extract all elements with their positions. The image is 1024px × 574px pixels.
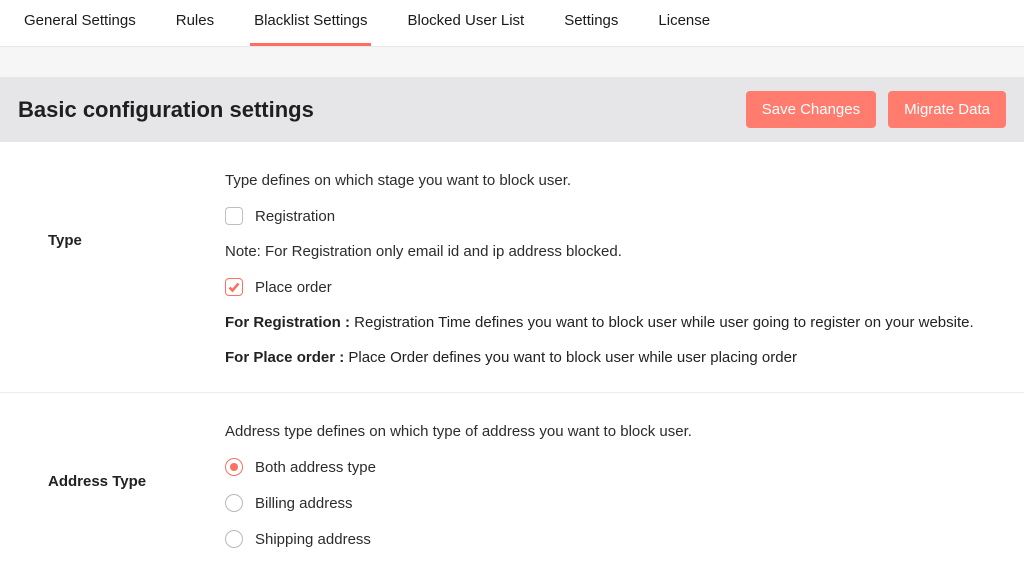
definition-text: Place Order defines you want to block us… — [348, 349, 797, 366]
definition-place-order: For Place order : Place Order defines yo… — [225, 349, 1004, 366]
save-changes-button[interactable]: Save Changes — [746, 91, 876, 128]
radio-icon — [225, 530, 243, 548]
page-header: Basic configuration settings Save Change… — [0, 77, 1024, 142]
page-title: Basic configuration settings — [18, 97, 314, 123]
radio-icon — [225, 458, 243, 476]
header-actions: Save Changes Migrate Data — [746, 91, 1006, 128]
option-label: Place order — [255, 279, 332, 296]
type-row: Type Type defines on which stage you wan… — [0, 142, 1024, 393]
tab-rules[interactable]: Rules — [172, 0, 218, 46]
tab-blacklist-settings[interactable]: Blacklist Settings — [250, 0, 371, 46]
definition-registration: For Registration : Registration Time def… — [225, 314, 1004, 331]
migrate-data-button[interactable]: Migrate Data — [888, 91, 1006, 128]
address-type-description: Address type defines on which type of ad… — [225, 423, 1004, 440]
address-type-body: Address type defines on which type of ad… — [225, 423, 1024, 548]
definition-prefix: For Registration : — [225, 314, 354, 331]
settings-content: Type Type defines on which stage you wan… — [0, 142, 1024, 574]
definition-text: Registration Time defines you want to bl… — [354, 314, 973, 331]
tab-general-settings[interactable]: General Settings — [20, 0, 140, 46]
address-type-label: Address Type — [0, 423, 225, 548]
type-body: Type defines on which stage you want to … — [225, 172, 1024, 366]
settings-tabs: General Settings Rules Blacklist Setting… — [0, 0, 1024, 47]
tab-blocked-user-list[interactable]: Blocked User List — [403, 0, 528, 46]
address-option-billing[interactable]: Billing address — [225, 494, 1004, 512]
radio-icon — [225, 494, 243, 512]
tab-license[interactable]: License — [654, 0, 714, 46]
type-option-registration[interactable]: Registration — [225, 207, 1004, 225]
type-note: Note: For Registration only email id and… — [225, 243, 1004, 260]
address-option-shipping[interactable]: Shipping address — [225, 530, 1004, 548]
type-label: Type — [0, 172, 225, 366]
address-type-row: Address Type Address type defines on whi… — [0, 393, 1024, 574]
option-label: Both address type — [255, 459, 376, 476]
type-option-place-order[interactable]: Place order — [225, 278, 1004, 296]
tab-settings[interactable]: Settings — [560, 0, 622, 46]
option-label: Shipping address — [255, 531, 371, 548]
type-description: Type defines on which stage you want to … — [225, 172, 1004, 189]
spacer — [0, 47, 1024, 77]
option-label: Billing address — [255, 495, 353, 512]
option-label: Registration — [255, 208, 335, 225]
checkbox-icon — [225, 207, 243, 225]
address-option-both[interactable]: Both address type — [225, 458, 1004, 476]
checkbox-icon — [225, 278, 243, 296]
definition-prefix: For Place order : — [225, 349, 348, 366]
